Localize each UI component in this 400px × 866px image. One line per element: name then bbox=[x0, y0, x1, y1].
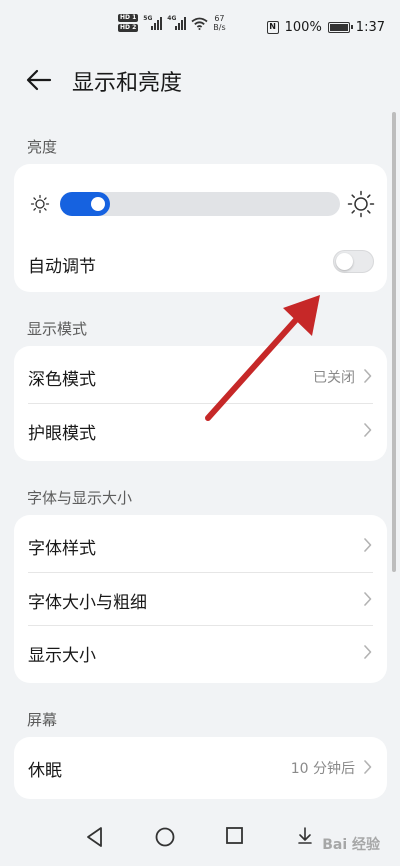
back-arrow-icon[interactable] bbox=[25, 68, 53, 92]
scrollbar[interactable] bbox=[392, 112, 396, 572]
chevron-right-icon bbox=[364, 645, 372, 659]
header: 显示和亮度 bbox=[0, 56, 400, 104]
wifi-icon bbox=[191, 17, 208, 30]
battery-icon bbox=[327, 22, 353, 33]
eye-comfort-row[interactable]: 护眼模式 bbox=[14, 404, 387, 457]
font-style-row[interactable]: 字体样式 bbox=[14, 519, 387, 572]
status-bar: HD 1 HD 2 5G 4G 67 B/s N 100% 1:37 bbox=[0, 0, 400, 56]
dark-mode-row[interactable]: 深色模式 已关闭 bbox=[14, 350, 387, 403]
dark-mode-label: 深色模式 bbox=[28, 370, 96, 390]
display-size-label: 显示大小 bbox=[28, 646, 96, 666]
sleep-row[interactable]: 休眠 10 分钟后 bbox=[14, 741, 387, 794]
toggle-knob bbox=[336, 253, 353, 270]
auto-brightness-toggle[interactable] bbox=[333, 250, 374, 273]
section-title-display-mode: 显示模式 bbox=[27, 320, 88, 338]
nfc-icon: N bbox=[266, 21, 279, 34]
screen: HD 1 HD 2 5G 4G 67 B/s N 100% 1:37 显示和亮度… bbox=[0, 0, 400, 866]
screen-card: 休眠 10 分钟后 bbox=[14, 737, 387, 799]
page-title: 显示和亮度 bbox=[72, 71, 183, 96]
sun-large-icon bbox=[347, 190, 375, 218]
speed-unit: B/s bbox=[213, 23, 226, 32]
network-speed: 67 B/s bbox=[213, 14, 225, 32]
chevron-right-icon bbox=[364, 592, 372, 606]
section-title-screen: 屏幕 bbox=[27, 711, 58, 729]
eye-comfort-label: 护眼模式 bbox=[28, 424, 96, 444]
font-style-label: 字体样式 bbox=[28, 539, 96, 559]
signal-icon: 4G bbox=[167, 15, 187, 30]
status-center: HD 1 HD 2 5G 4G 67 B/s bbox=[118, 14, 226, 32]
clock: 1:37 bbox=[355, 20, 385, 35]
status-right: N 100% 1:37 bbox=[266, 20, 385, 35]
signal-gen-label: 5G bbox=[143, 15, 153, 22]
chevron-right-icon bbox=[364, 369, 372, 383]
chevron-right-icon bbox=[364, 760, 372, 774]
speed-value: 67 bbox=[214, 14, 225, 23]
chevron-right-icon bbox=[364, 538, 372, 552]
nav-recents-icon[interactable] bbox=[225, 826, 245, 846]
nav-back-icon[interactable] bbox=[85, 826, 105, 848]
brightness-card: 自动调节 bbox=[14, 164, 387, 292]
dark-mode-value: 已关闭 bbox=[313, 370, 355, 386]
brightness-slider[interactable] bbox=[60, 192, 340, 216]
sleep-label: 休眠 bbox=[28, 761, 62, 781]
brightness-slider-thumb[interactable] bbox=[91, 197, 105, 211]
font-size-label: 字体大小与粗细 bbox=[28, 593, 147, 613]
display-size-row[interactable]: 显示大小 bbox=[14, 626, 387, 679]
nav-download-icon[interactable] bbox=[296, 826, 314, 846]
battery-percent: 100% bbox=[284, 20, 322, 35]
auto-brightness-label: 自动调节 bbox=[28, 257, 96, 277]
watermark-logo: Bai 经验 bbox=[322, 837, 380, 853]
hd2-badge: HD 2 bbox=[118, 24, 139, 32]
display-mode-card: 深色模式 已关闭 护眼模式 bbox=[14, 346, 387, 461]
hd-indicators: HD 1 HD 2 bbox=[118, 14, 139, 32]
nav-home-icon[interactable] bbox=[154, 826, 176, 848]
sleep-value: 10 分钟后 bbox=[290, 761, 355, 777]
font-card: 字体样式 字体大小与粗细 显示大小 bbox=[14, 515, 387, 683]
font-size-row[interactable]: 字体大小与粗细 bbox=[14, 573, 387, 626]
chevron-right-icon bbox=[364, 423, 372, 437]
hd1-badge: HD 1 bbox=[118, 14, 139, 22]
signal-icon: 5G bbox=[143, 15, 163, 30]
brightness-slider-fill bbox=[60, 192, 110, 216]
sun-small-icon bbox=[30, 194, 50, 214]
section-title-font: 字体与显示大小 bbox=[27, 489, 133, 507]
section-title-brightness: 亮度 bbox=[27, 138, 58, 156]
signal-gen-label: 4G bbox=[167, 15, 177, 22]
